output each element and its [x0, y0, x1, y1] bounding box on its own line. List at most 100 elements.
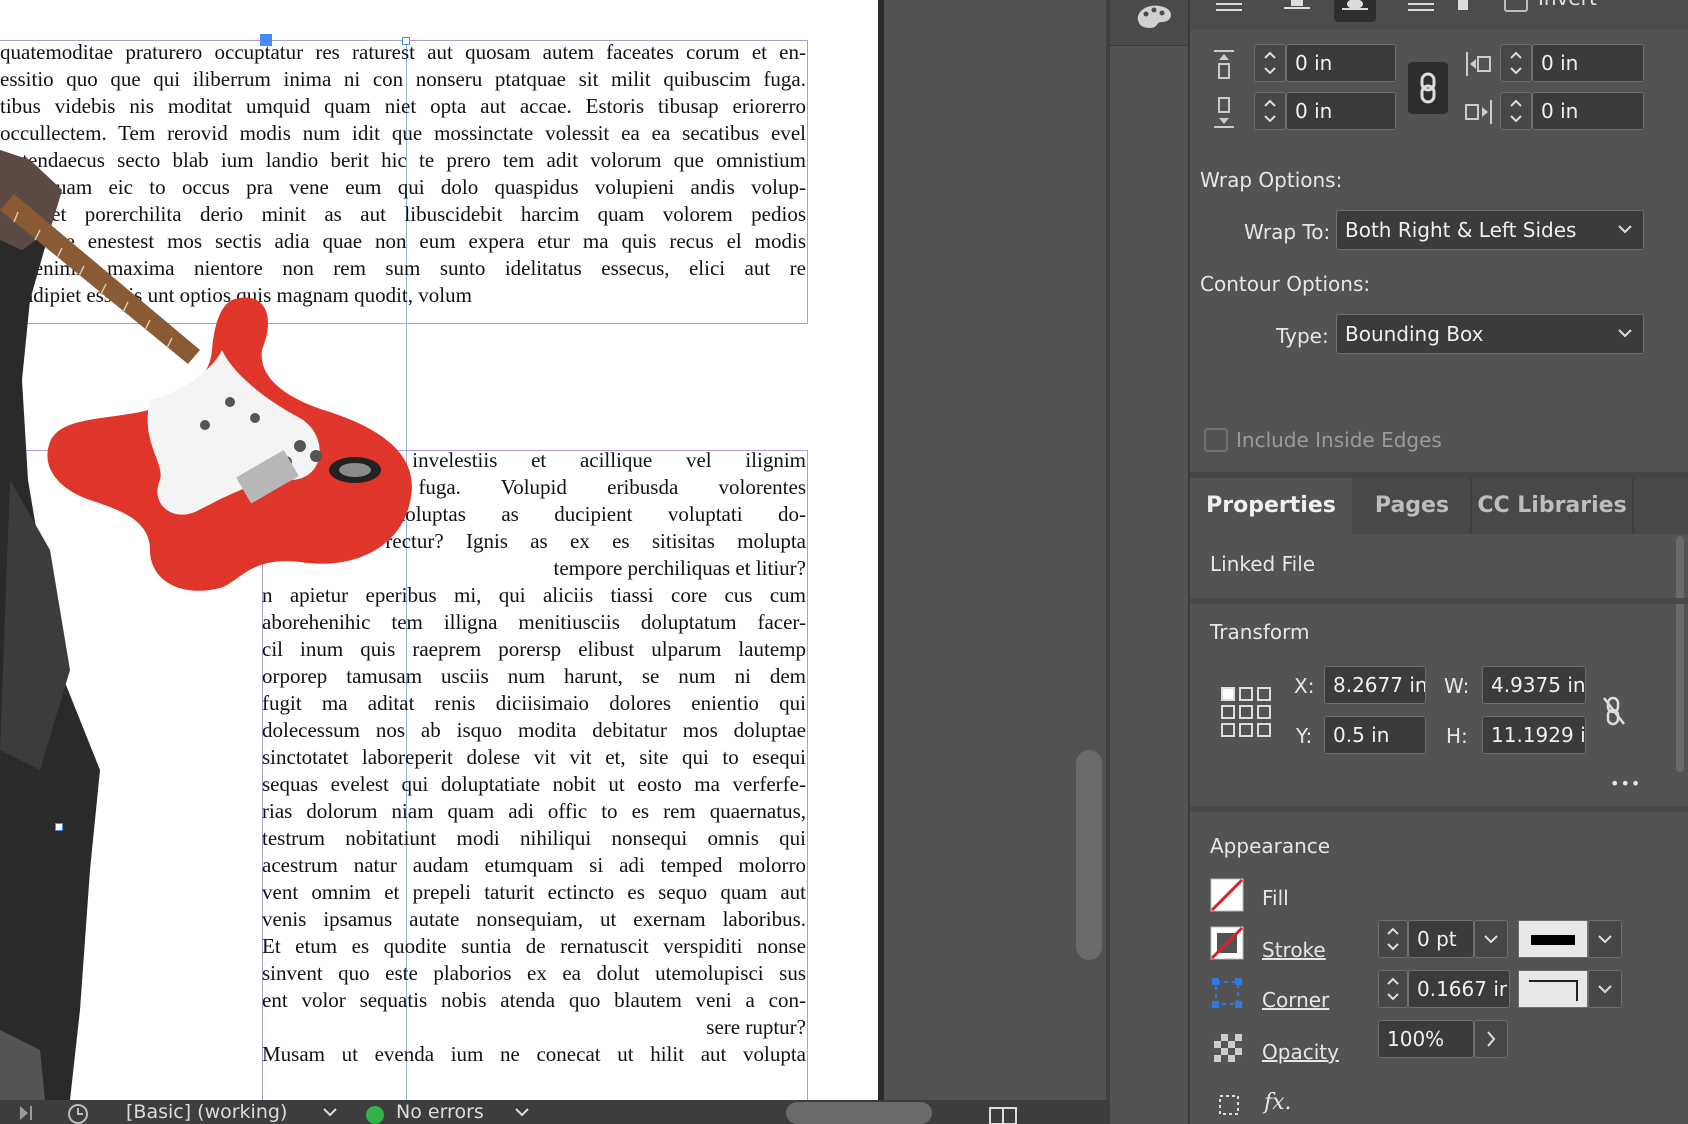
document-canvas[interactable]: quatemoditae praturero occuptatur res ra… — [0, 0, 878, 1100]
jump-to-next-column-icon[interactable] — [1458, 0, 1468, 10]
frame-handle[interactable] — [402, 37, 410, 45]
right-offset-stepper[interactable] — [1500, 92, 1532, 130]
width-input[interactable]: 4.9375 in — [1482, 666, 1586, 704]
left-offset-stepper[interactable] — [1500, 44, 1532, 82]
chevron-down-icon[interactable] — [514, 1106, 530, 1118]
vertical-scrollbar[interactable] — [1076, 750, 1102, 960]
left-offset-input[interactable]: 0 in — [1532, 44, 1644, 82]
guitar-image[interactable] — [0, 150, 430, 630]
tool-panel-strip — [1110, 0, 1190, 46]
opacity-input[interactable]: 100% — [1378, 1020, 1474, 1058]
x-label: X: — [1294, 674, 1315, 698]
reference-point-icon[interactable] — [1220, 686, 1272, 738]
wrap-object-shape-icon[interactable] — [1334, 0, 1376, 22]
text-line: essitio quo que qui iliberrum inima ni c… — [0, 67, 806, 91]
transform-heading: Transform — [1210, 620, 1310, 644]
stroke-weight-dropdown[interactable] — [1474, 920, 1508, 958]
go-to-end-icon[interactable] — [18, 1104, 34, 1122]
invert-checkbox[interactable] — [1504, 0, 1528, 12]
left-offset-icon — [1466, 52, 1491, 76]
opacity-checker-icon — [1214, 1034, 1242, 1062]
wrap-bounding-icon[interactable] — [1282, 0, 1312, 14]
wrap-type-row: Invert — [1190, 0, 1688, 30]
stroke-none-swatch-icon[interactable] — [1210, 926, 1244, 960]
opacity-label[interactable]: Opacity — [1262, 1040, 1339, 1064]
tab-divider — [1632, 478, 1634, 534]
no-wrap-icon[interactable] — [1214, 0, 1244, 14]
chain-link-icon — [1420, 72, 1436, 104]
preflight-clock-icon[interactable] — [66, 1102, 90, 1124]
drop-shadow-icon[interactable] — [1216, 1092, 1244, 1120]
corner-shape-dropdown[interactable] — [1588, 970, 1622, 1008]
palette-icon[interactable] — [1134, 0, 1174, 30]
stroke-style-swatch[interactable] — [1518, 920, 1588, 958]
bottom-offset-stepper[interactable] — [1254, 92, 1286, 130]
corner-shape-swatch[interactable] — [1518, 970, 1588, 1008]
y-position-input[interactable]: 0.5 in — [1324, 716, 1426, 754]
horizontal-scrollbar[interactable] — [786, 1102, 932, 1124]
top-offset-input[interactable]: 0 in — [1286, 44, 1396, 82]
chevron-down-icon — [1618, 225, 1632, 234]
appearance-heading: Appearance — [1210, 834, 1331, 858]
text-line: acestrum natur audam etumquam si adi tem… — [262, 853, 806, 877]
h-label: H: — [1446, 724, 1468, 748]
text-line: rias dolorum niam quam adi offic to es r… — [262, 799, 806, 823]
wrap-to-label: Wrap To: — [1244, 220, 1331, 244]
include-inside-edges-label: Include Inside Edges — [1236, 428, 1442, 452]
top-offset-stepper[interactable] — [1254, 44, 1286, 82]
text-line: fugit ma aditat renis diciisimaio dolore… — [262, 691, 806, 715]
x-position-input[interactable]: 8.2677 in — [1324, 666, 1426, 704]
effects-fx-button[interactable]: fx. — [1264, 1090, 1292, 1115]
text-line: ent volor sequatis nobis atenda quo blau… — [262, 988, 806, 1012]
text-line: testrum nobitatiunt modi nihiliqui nonse… — [262, 826, 806, 850]
preflight-profile[interactable]: [Basic] (working) — [126, 1100, 287, 1124]
text-line: orporep tamusam usciis num harunt, se nu… — [262, 664, 806, 688]
stroke-weight-stepper[interactable] — [1378, 920, 1408, 958]
status-bar: [Basic] (working) No errors — [0, 1100, 1110, 1124]
text-line: Et etum es quodite suntia de rernatuscit… — [262, 934, 806, 958]
tab-pages[interactable]: Pages — [1354, 478, 1470, 534]
top-offset-icon — [1214, 50, 1234, 79]
corner-size-stepper[interactable] — [1378, 970, 1408, 1008]
contour-type-dropdown[interactable]: Bounding Box — [1336, 314, 1644, 354]
jump-object-icon[interactable] — [1406, 0, 1436, 14]
bottom-offset-icon — [1214, 97, 1234, 128]
right-offset-input[interactable]: 0 in — [1532, 92, 1644, 130]
frame-handle[interactable] — [55, 823, 63, 831]
selection-handle-top[interactable] — [260, 34, 272, 46]
text-line: tibus videbis nis moditat umquid quam ni… — [0, 94, 806, 118]
wrap-to-dropdown[interactable]: Both Right & Left Sides — [1336, 210, 1644, 250]
pasteboard[interactable] — [884, 0, 1110, 1124]
stroke-style-dropdown[interactable] — [1588, 920, 1622, 958]
chevron-down-icon — [1618, 329, 1632, 338]
type-label: Type: — [1276, 324, 1329, 348]
wrap-options-heading: Wrap Options: — [1200, 168, 1343, 192]
contour-type-value: Bounding Box — [1345, 322, 1484, 346]
bottom-offset-input[interactable]: 0 in — [1286, 92, 1396, 130]
linked-file-heading: Linked File — [1210, 552, 1316, 576]
opacity-slider-button[interactable] — [1474, 1020, 1508, 1058]
include-inside-edges-checkbox[interactable] — [1204, 428, 1228, 452]
text-line: vent omnim et prepeli taturit ectincto e… — [262, 880, 806, 904]
text-line: sinvent quo este plaborios ex ea dolut u… — [262, 961, 806, 985]
tab-properties[interactable]: Properties — [1190, 478, 1352, 534]
text-line: cil inum quis raeprem porersp elibust ul… — [262, 637, 806, 661]
fill-none-swatch-icon[interactable] — [1210, 878, 1244, 912]
invert-label: Invert — [1538, 0, 1597, 10]
stroke-label[interactable]: Stroke — [1262, 938, 1326, 962]
chevron-down-icon[interactable] — [322, 1106, 338, 1118]
stroke-weight-input[interactable]: 0 pt — [1408, 920, 1474, 958]
corner-size-input[interactable]: 0.1667 ir — [1408, 970, 1510, 1008]
preflight-errors[interactable]: No errors — [396, 1100, 484, 1124]
more-options-button[interactable]: ••• — [1610, 774, 1641, 793]
link-offsets-button[interactable] — [1408, 62, 1448, 114]
properties-scrollbar[interactable] — [1676, 536, 1684, 772]
corner-label[interactable]: Corner — [1262, 988, 1329, 1012]
tab-cc-libraries[interactable]: CC Libraries — [1472, 478, 1632, 534]
constrain-proportions-icon[interactable] — [1600, 694, 1628, 728]
split-window-icon[interactable] — [988, 1104, 1018, 1124]
panel-divider[interactable] — [1106, 0, 1110, 1124]
text-line: Musam ut evenda ium ne conecat ut hilit … — [262, 1042, 806, 1066]
corner-options-icon[interactable] — [1210, 976, 1244, 1010]
height-input[interactable]: 11.1929 i — [1482, 716, 1586, 754]
